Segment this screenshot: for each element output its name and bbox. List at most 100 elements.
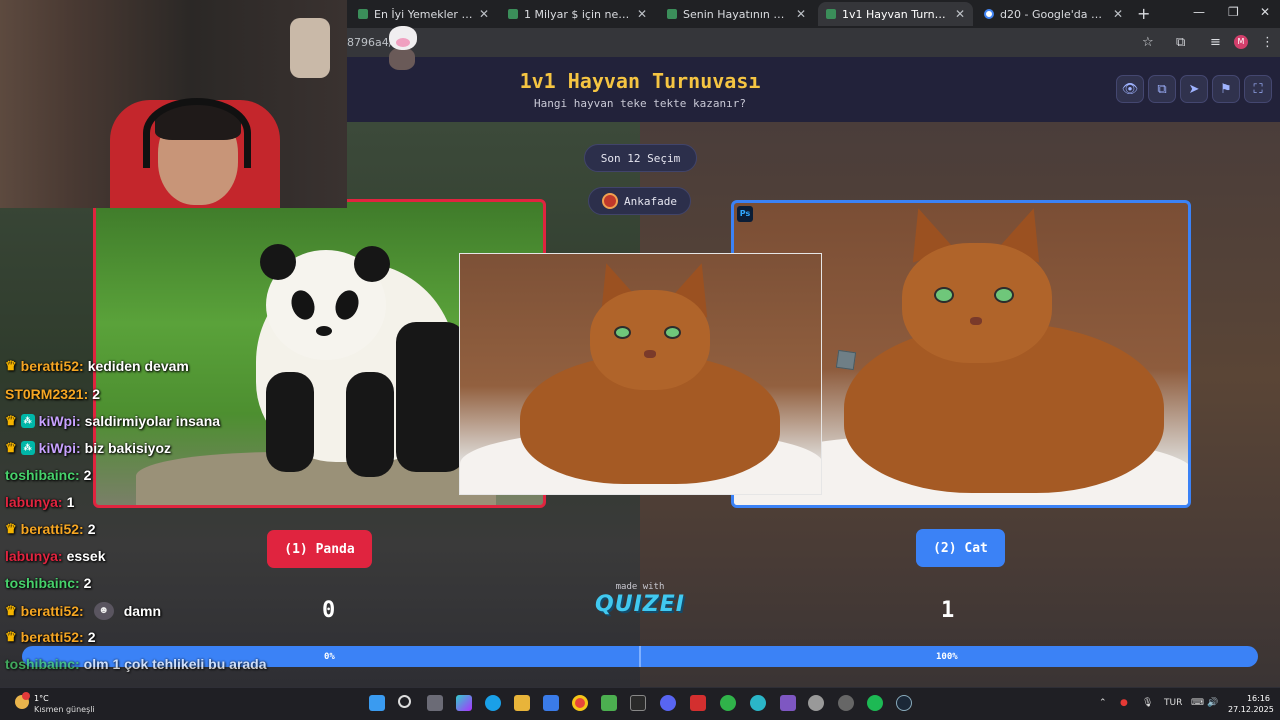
badge-icon: ⁂	[20, 414, 35, 428]
app-tray-icon[interactable]: ●	[1120, 698, 1128, 708]
close-tab-icon[interactable]: ✕	[796, 7, 806, 21]
last-picks-label: Son 12 Seçim	[600, 151, 681, 165]
fullscreen-button[interactable]: ⛶	[1244, 75, 1272, 103]
tierlist-favicon-icon	[508, 9, 518, 19]
cat-preview-image	[459, 253, 822, 495]
chat-text: kediden devam	[87, 358, 189, 374]
background-object-shape	[290, 18, 330, 78]
network-icon[interactable]: ⌨	[1191, 698, 1204, 708]
share-button[interactable]: ➤	[1180, 75, 1208, 103]
chat-message: ST0RM2321: 2	[5, 386, 100, 402]
obs-icon[interactable]	[808, 695, 824, 711]
new-tab-icon[interactable]: +	[1137, 4, 1150, 23]
chat-message: ♛ beratti52: kediden devam	[5, 358, 189, 374]
extensions-icon[interactable]: ⧉	[1176, 35, 1185, 50]
tab-google-search[interactable]: d20 - Google'da Ara ✕	[976, 2, 1131, 26]
file-explorer-icon[interactable]	[514, 695, 530, 711]
volume-icon[interactable]: 🔊	[1207, 698, 1218, 708]
flag-icon: ⚑	[1220, 81, 1232, 97]
cow-nose-shape	[396, 38, 410, 47]
chat-message: ♛ ⁂ kiWpi: saldirmiyolar insana	[5, 413, 220, 429]
search-icon[interactable]	[398, 695, 411, 708]
screen: En İyi Yemekler (Karışık) - Tier L... ✕ …	[0, 0, 1280, 720]
tierlist-favicon-icon	[667, 9, 677, 19]
clock-time: 16:16	[1246, 694, 1270, 703]
close-tab-icon[interactable]: ✕	[479, 7, 489, 21]
panda-head-shape	[260, 244, 390, 360]
cat-eye-shape	[994, 287, 1014, 303]
panda-leg-shape	[266, 372, 314, 472]
task-view-icon[interactable]	[427, 695, 443, 711]
profile-avatar[interactable]: M	[1234, 35, 1248, 49]
chat-username: kiWpi:	[38, 413, 81, 429]
close-tab-icon[interactable]: ✕	[955, 7, 965, 21]
crown-icon: ♛	[5, 629, 17, 644]
language-indicator[interactable]: TUR	[1164, 698, 1182, 708]
dice-cube-icon	[835, 349, 857, 371]
panda-ear-shape	[354, 246, 390, 282]
cow-body-shape	[389, 48, 415, 70]
cat-head-shape	[902, 243, 1052, 363]
edge-browser-icon[interactable]	[485, 695, 501, 711]
cat-nose-shape	[644, 350, 656, 358]
microsoft-store-icon[interactable]	[543, 695, 559, 711]
copilot-icon[interactable]	[456, 695, 472, 711]
user-chip[interactable]: Ankafade	[588, 187, 691, 215]
choose-panda-button[interactable]: (1) Panda	[267, 530, 372, 568]
steam-icon[interactable]	[896, 695, 912, 711]
choose-cat-button[interactable]: (2) Cat	[916, 529, 1005, 567]
copy-button[interactable]: ⧉	[1148, 75, 1176, 103]
start-windows-icon[interactable]	[369, 695, 385, 711]
discord-icon[interactable]	[660, 695, 676, 711]
microphone-icon[interactable]: 🎙	[1142, 698, 1153, 708]
quizei-logo[interactable]: QUIZEI	[590, 592, 690, 617]
chat-text: 2	[87, 629, 96, 645]
chat-message: labunya: 1	[5, 494, 74, 510]
cat-eye-shape	[934, 287, 954, 303]
tab-billion-dollar[interactable]: 1 Milyar $ için ne yaparsın? - Ti... ✕	[500, 2, 655, 26]
settings-icon[interactable]	[838, 695, 854, 711]
chat-username: beratti52:	[20, 521, 84, 537]
tray-chevron-icon[interactable]: ⌃	[1099, 698, 1107, 708]
weather-description[interactable]: Kısmen güneşli	[34, 705, 95, 714]
minecraft-icon[interactable]	[601, 695, 617, 711]
panda-percent: 0%	[324, 652, 335, 662]
tab-best-foods[interactable]: En İyi Yemekler (Karışık) - Tier L... ✕	[350, 2, 497, 26]
tab-animal-tournament[interactable]: 1v1 Hayvan Turnuvası - Tier Lis... ✕	[818, 2, 973, 26]
chat-username: toshibainc:	[5, 656, 80, 672]
chat-username: kiWpi:	[38, 440, 81, 456]
chat-username: beratti52:	[20, 629, 84, 645]
headset-shape	[143, 98, 251, 168]
panda-nose-shape	[316, 326, 332, 336]
chat-message: toshibainc: 2	[5, 467, 91, 483]
tierlist-favicon-icon	[358, 9, 368, 19]
close-window-icon[interactable]: ✕	[1260, 5, 1270, 19]
chat-message: labunya: essek	[5, 548, 106, 564]
game-launcher-icon[interactable]	[750, 695, 766, 711]
minimize-icon[interactable]: —	[1193, 5, 1205, 19]
chrome-icon[interactable]	[572, 695, 588, 711]
bookmark-star-icon[interactable]: ☆	[1142, 35, 1154, 50]
restore-icon[interactable]: ❐	[1228, 5, 1239, 19]
close-tab-icon[interactable]: ✕	[1113, 7, 1123, 21]
report-button[interactable]: ⚑	[1212, 75, 1240, 103]
panda-ear-shape	[260, 244, 296, 280]
last-picks-button[interactable]: Son 12 Seçim	[584, 144, 697, 172]
kick-app-icon[interactable]	[690, 695, 706, 711]
spotify-icon[interactable]	[867, 695, 883, 711]
panda-eye-shape	[287, 287, 319, 323]
tab-hardest-choice[interactable]: Senin Hayatının En Zor Seçimi... ✕	[659, 2, 814, 26]
teams-icon[interactable]	[780, 695, 796, 711]
close-tab-icon[interactable]: ✕	[637, 7, 647, 21]
cow-sticker-icon	[383, 24, 421, 72]
weather-temperature[interactable]: 1°C	[34, 694, 49, 703]
menu-kebab-icon[interactable]: ⋮	[1261, 35, 1274, 50]
clock-date: 27.12.2025	[1228, 705, 1274, 714]
xbox-icon[interactable]	[720, 695, 736, 711]
chat-message: ♛ beratti52: 2	[5, 629, 95, 645]
view-button[interactable]: 👁	[1116, 75, 1144, 103]
crown-icon: ♛	[5, 413, 17, 428]
media-controls-icon[interactable]: ≡	[1210, 35, 1221, 50]
capcut-icon[interactable]	[630, 695, 646, 711]
taskbar-clock[interactable]: 16:16 27.12.2025	[1228, 693, 1274, 715]
